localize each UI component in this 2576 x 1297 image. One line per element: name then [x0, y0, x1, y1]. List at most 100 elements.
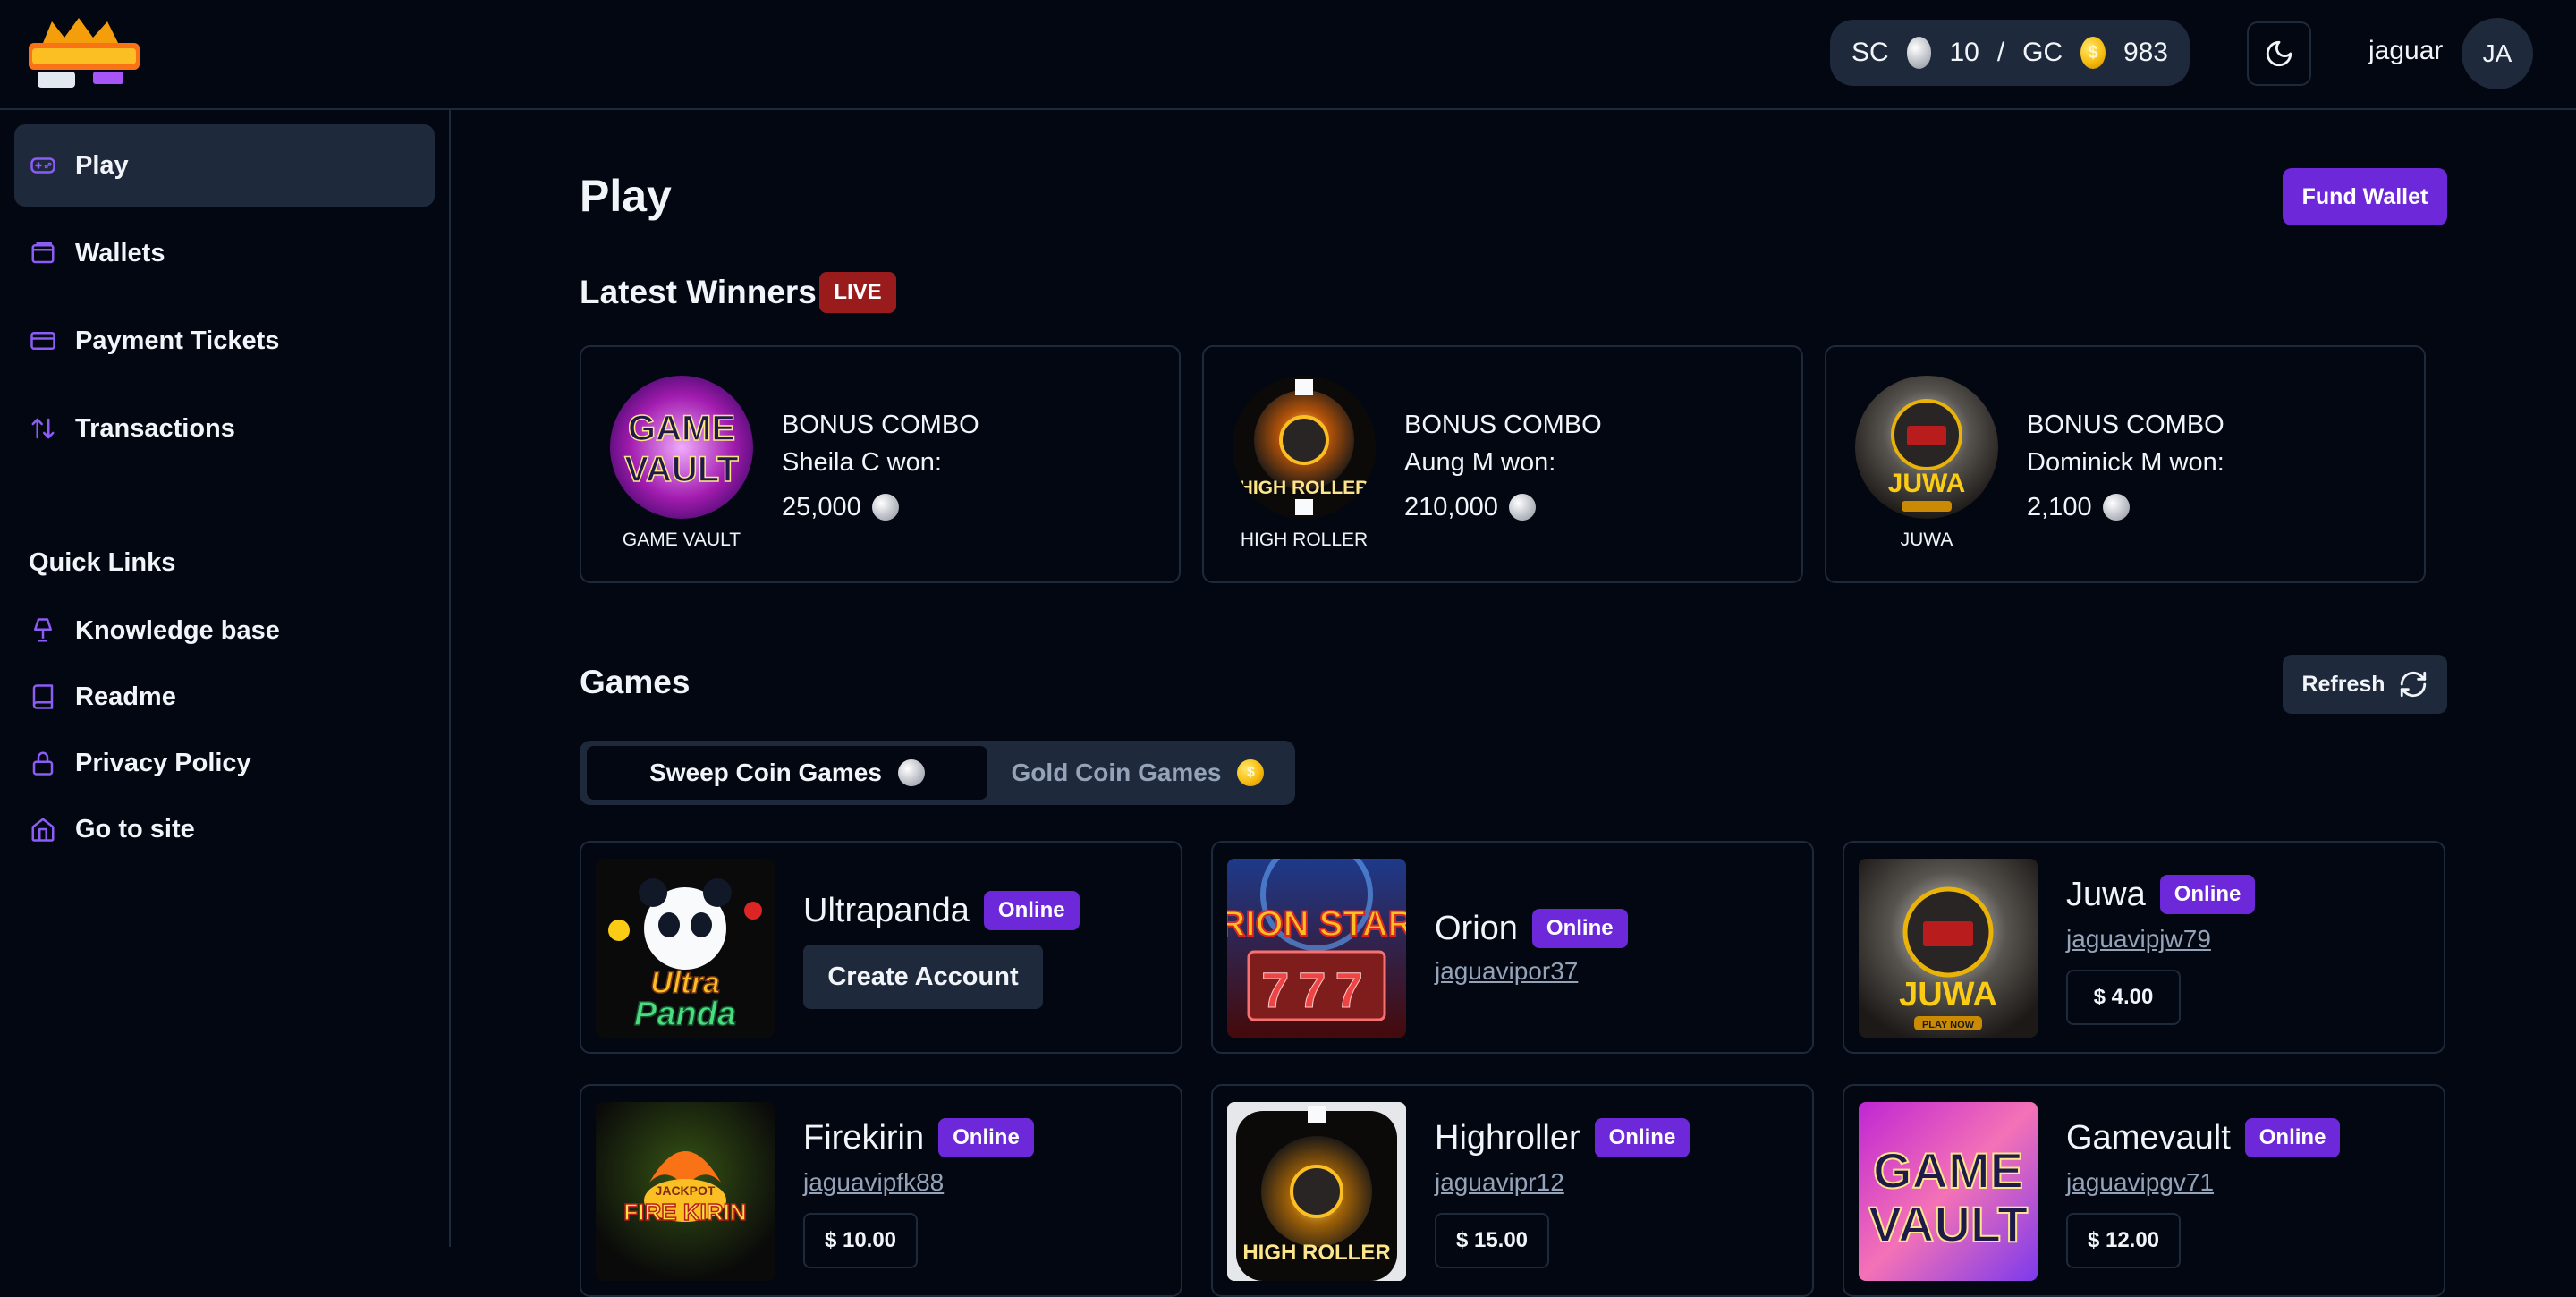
create-account-button[interactable]: Create Account [803, 945, 1043, 1009]
online-badge: Online [1531, 909, 1628, 948]
game-username-link[interactable]: jaguavipor37 [1435, 957, 1578, 986]
game-card-juwa[interactable]: JUWA PLAY NOW Juwa Online jaguavipjw79 $… [1843, 841, 2445, 1054]
winner-amount: 210,000 [1404, 493, 1498, 521]
game-balance: $ 15.00 [1435, 1213, 1549, 1268]
tab-label: Sweep Coin Games [649, 759, 882, 786]
fund-wallet-button[interactable]: Fund Wallet [2283, 168, 2447, 225]
firekirin-thumbnail: JACKPOT FIRE KIRIN [596, 1102, 775, 1281]
game-username-link[interactable]: jaguavipfk88 [803, 1168, 944, 1197]
winner-card: GAME VAULT GAME VAULT BONUS COMBO Sheila… [580, 345, 1181, 583]
winner-prize: BONUS COMBO [1404, 411, 1602, 439]
wallet-icon [29, 239, 57, 267]
sc-value: 10 [1949, 38, 1979, 67]
game-vault-thumbnail: GAME VAULT [610, 376, 753, 519]
lamp-icon [29, 616, 57, 645]
username[interactable]: jaguar [2368, 36, 2443, 66]
orion-thumbnail: RION STAR 777 [1227, 859, 1406, 1038]
sweep-coin-icon [897, 759, 925, 786]
art-text: RION STAR [1227, 904, 1406, 944]
latest-winners-title: Latest Winners [580, 274, 817, 310]
art-text: Panda [634, 996, 736, 1033]
sidebar-item-wallets[interactable]: Wallets [14, 212, 435, 294]
top-bar: SC 10 / GC $ 983 jaguar JA [0, 0, 2576, 110]
winner-details: BONUS COMBO Aung M won: 210,000 [1404, 406, 1602, 526]
quick-link-go-to-site[interactable]: Go to site [29, 807, 195, 852]
brand-logo[interactable] [25, 16, 143, 91]
tab-label: Gold Coin Games [1011, 759, 1222, 786]
game-name: Firekirin [803, 1118, 925, 1157]
online-badge: Online [938, 1118, 1034, 1157]
art-text: PLAY NOW [1922, 1020, 1975, 1030]
home-icon [29, 815, 57, 843]
sidebar-item-payment-tickets[interactable]: Payment Tickets [14, 300, 435, 382]
online-badge: Online [2244, 1118, 2341, 1157]
winner-amount-row: 25,000 [782, 488, 979, 526]
ultrapanda-thumbnail: Ultra Panda [596, 859, 775, 1038]
art-text: JUWA [1899, 976, 1997, 1013]
gc-label: GC [2022, 38, 2063, 67]
winner-game-name: HIGH ROLLER [1240, 530, 1368, 550]
highroller-thumbnail: HIGH ROLLER [1227, 1102, 1406, 1281]
winner-prize: BONUS COMBO [782, 411, 979, 439]
sidebar-item-play[interactable]: Play [14, 124, 435, 207]
credit-card-icon [29, 326, 57, 355]
art-text: VAULT [624, 450, 738, 489]
gc-value: 983 [2123, 38, 2168, 67]
art-text: HIGH ROLLER [1240, 478, 1369, 498]
avatar[interactable]: JA [2462, 18, 2533, 89]
sweep-coin-icon [871, 494, 899, 521]
winner-name: Dominick M won: [2027, 448, 2224, 477]
game-card-highroller[interactable]: HIGH ROLLER Highroller Online jaguavipr1… [1211, 1084, 1814, 1297]
game-title-row: Ultrapanda Online [803, 891, 1080, 930]
art-text: 777 [1261, 962, 1371, 1018]
winner-amount-row: 210,000 [1404, 488, 1602, 526]
balance-pill[interactable]: SC 10 / GC $ 983 [1830, 20, 2190, 86]
arrows-up-down-icon [29, 414, 57, 443]
game-card-ultrapanda[interactable]: Ultra Panda Ultrapanda Online Create Acc… [580, 841, 1182, 1054]
game-card-orion[interactable]: RION STAR 777 Orion Online jaguavipor37 [1211, 841, 1814, 1054]
game-title-row: Orion Online [1435, 909, 1628, 948]
gamepad-icon [29, 151, 57, 180]
sidebar-item-label: Play [75, 150, 129, 180]
sweep-coin-icon [2102, 494, 2130, 521]
gold-coin-icon: $ [2080, 37, 2106, 69]
live-badge: LIVE [819, 272, 896, 313]
refresh-label: Refresh [2301, 671, 2385, 697]
winner-amount: 2,100 [2027, 493, 2092, 521]
game-username-link[interactable]: jaguavipgv71 [2066, 1168, 2214, 1197]
sidebar-item-label: Wallets [75, 238, 165, 267]
quick-link-label: Readme [75, 682, 176, 711]
game-name: Highroller [1435, 1118, 1580, 1157]
game-username-link[interactable]: jaguavipr12 [1435, 1168, 1564, 1197]
game-username-link[interactable]: jaguavipjw79 [2066, 925, 2211, 954]
winner-name: Aung M won: [1404, 448, 1556, 477]
lock-icon [29, 749, 57, 777]
sidebar-item-label: Payment Tickets [75, 326, 280, 355]
game-name: Gamevault [2066, 1118, 2231, 1157]
game-balance: $ 12.00 [2066, 1213, 2181, 1268]
sc-label: SC [1852, 38, 1889, 67]
quick-link-privacy-policy[interactable]: Privacy Policy [29, 741, 251, 785]
game-card-gamevault[interactable]: GAME VAULT Gamevault Online jaguavipgv71… [1843, 1084, 2445, 1297]
online-badge: Online [983, 891, 1080, 930]
art-text: HIGH ROLLER [1242, 1241, 1390, 1265]
sidebar: Play Wallets Payment Tickets Transaction… [0, 110, 451, 1247]
refresh-button[interactable]: Refresh [2283, 655, 2447, 714]
sweep-coin-icon [1906, 37, 1932, 69]
quick-link-label: Knowledge base [75, 615, 280, 645]
theme-toggle-button[interactable] [2247, 21, 2311, 86]
sidebar-item-transactions[interactable]: Transactions [14, 387, 435, 470]
moon-icon [2266, 40, 2292, 67]
game-card-firekirin[interactable]: JACKPOT FIRE KIRIN Firekirin Online jagu… [580, 1084, 1182, 1297]
quick-link-readme[interactable]: Readme [29, 674, 176, 719]
sidebar-item-label: Transactions [75, 413, 235, 443]
high-roller-thumbnail: HIGH ROLLER [1233, 376, 1376, 519]
book-icon [29, 682, 57, 711]
tab-sweep-coin-games[interactable]: Sweep Coin Games [587, 746, 987, 800]
tab-gold-coin-games[interactable]: Gold Coin Games $ [987, 746, 1288, 800]
art-text: VAULT [1868, 1196, 2028, 1252]
game-title-row: Gamevault Online [2066, 1118, 2341, 1157]
quick-link-knowledge-base[interactable]: Knowledge base [29, 608, 280, 653]
quick-link-label: Privacy Policy [75, 748, 251, 777]
juwa-thumbnail: JUWA PLAY NOW [1859, 859, 2038, 1038]
